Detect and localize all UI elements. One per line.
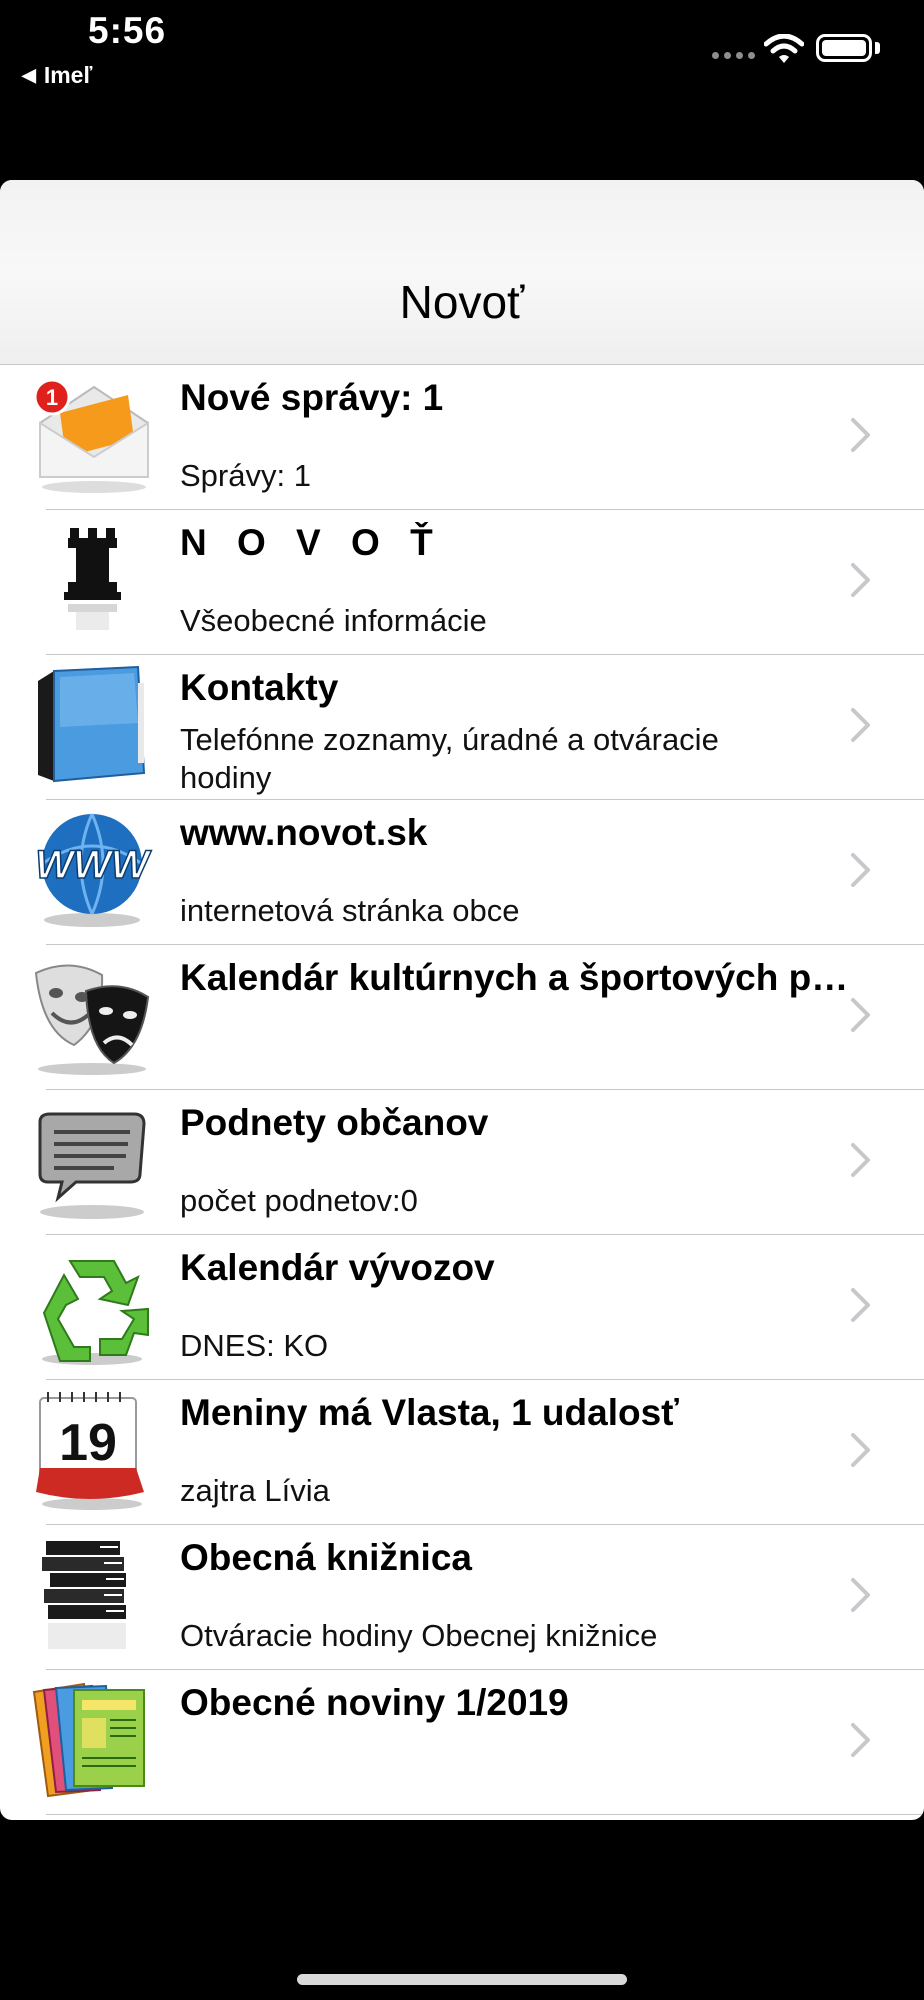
item-title: Meniny má Vlasta, 1 udalosť xyxy=(180,1392,679,1433)
chevron-right-icon xyxy=(851,563,870,597)
item-title: Obecná knižnica xyxy=(180,1537,472,1578)
calendar-icon: 19 xyxy=(36,1392,144,1510)
chevron-right-icon xyxy=(851,708,870,742)
www-globe-icon: WWW xyxy=(35,813,153,927)
main-sheet: Novoť 1 Nové správy: 1 Správy: 1 N O V O… xyxy=(0,180,924,1820)
chevron-right-icon xyxy=(851,1433,870,1467)
row-separator xyxy=(46,1814,924,1815)
item-title: Kalendár kultúrnych a športových podujat… xyxy=(180,957,850,998)
calendar-day: 19 xyxy=(59,1414,117,1472)
back-triangle-icon: ◀ xyxy=(22,65,36,85)
chevron-right-icon xyxy=(851,1143,870,1177)
item-subtitle: Otváracie hodiny Obecnej knižnice xyxy=(180,1618,658,1653)
list-item-website[interactable]: WWW www.novot.sk internetová stránka obc… xyxy=(0,800,924,945)
list-item-citizen-suggestions[interactable]: Podnety občanov počet podnetov:0 xyxy=(0,1090,924,1235)
item-subtitle: Správy: 1 xyxy=(180,458,311,493)
item-subtitle: Všeobecné informácie xyxy=(180,603,487,638)
address-book-icon xyxy=(38,665,146,783)
status-bar: 5:56 ◀ Imeľ xyxy=(0,0,924,100)
item-subtitle: DNES: KO xyxy=(180,1328,329,1363)
battery-icon xyxy=(816,34,872,62)
chevron-right-icon xyxy=(851,418,870,452)
chevron-right-icon xyxy=(851,1723,870,1757)
page-title: Novoť xyxy=(399,276,525,328)
chess-rook-icon xyxy=(64,528,121,630)
list-item-newspaper[interactable]: Obecné noviny 1/2019 xyxy=(0,1670,924,1815)
newspaper-icon xyxy=(32,1682,145,1798)
item-subtitle: počet podnetov:0 xyxy=(180,1183,418,1218)
list-item-messages[interactable]: 1 Nové správy: 1 Správy: 1 xyxy=(0,365,924,510)
back-app-label: Imeľ xyxy=(43,62,93,88)
item-subtitle: Telefónne zoznamy, úradné a otváracie ho… xyxy=(180,722,719,795)
svg-text:WWW: WWW xyxy=(35,843,152,887)
list-item-waste-calendar[interactable]: Kalendár vývozov DNES: KO xyxy=(0,1235,924,1380)
wifi-icon xyxy=(764,34,804,63)
item-title: Nové správy: 1 xyxy=(180,377,444,418)
home-indicator[interactable] xyxy=(297,1974,627,1985)
list-item-library[interactable]: Obecná knižnica Otváracie hodiny Obecnej… xyxy=(0,1525,924,1670)
chevron-right-icon xyxy=(851,1578,870,1612)
item-title: Kontakty xyxy=(180,667,339,708)
speech-bubble-icon xyxy=(38,1112,146,1219)
item-subtitle: zajtra Lívia xyxy=(180,1473,330,1508)
item-title: www.novot.sk xyxy=(180,812,428,853)
back-to-app-button[interactable]: ◀ Imeľ xyxy=(22,62,92,89)
mail-icon: 1 xyxy=(33,378,149,493)
recycle-icon xyxy=(42,1260,149,1365)
list-item-name-days[interactable]: 19 Meniny má Vlasta, 1 udalosť zajtra Lí… xyxy=(0,1380,924,1525)
cellular-signal-icon xyxy=(712,52,755,59)
badge-count: 1 xyxy=(46,385,58,410)
item-title: Kalendár vývozov xyxy=(180,1247,495,1288)
battery-tip xyxy=(875,42,880,54)
list-item-general-info[interactable]: N O V O Ť Všeobecné informácie xyxy=(0,510,924,655)
navigation-bar: Novoť xyxy=(0,180,924,365)
list-item-contacts[interactable]: Kontakty Telefónne zoznamy, úradné a otv… xyxy=(0,655,924,800)
item-title: Obecné noviny 1/2019 xyxy=(180,1682,569,1723)
status-time: 5:56 xyxy=(88,10,167,51)
item-title: Podnety občanov xyxy=(180,1102,489,1143)
theater-masks-icon xyxy=(34,964,150,1075)
item-subtitle: internetová stránka obce xyxy=(180,893,520,928)
chevron-right-icon xyxy=(851,853,870,887)
books-icon xyxy=(42,1541,126,1649)
chevron-right-icon xyxy=(851,1288,870,1322)
item-title: N O V O Ť xyxy=(180,522,443,563)
chevron-right-icon xyxy=(851,998,870,1032)
list-item-events-calendar[interactable]: Kalendár kultúrnych a športových podujat… xyxy=(0,945,924,1090)
